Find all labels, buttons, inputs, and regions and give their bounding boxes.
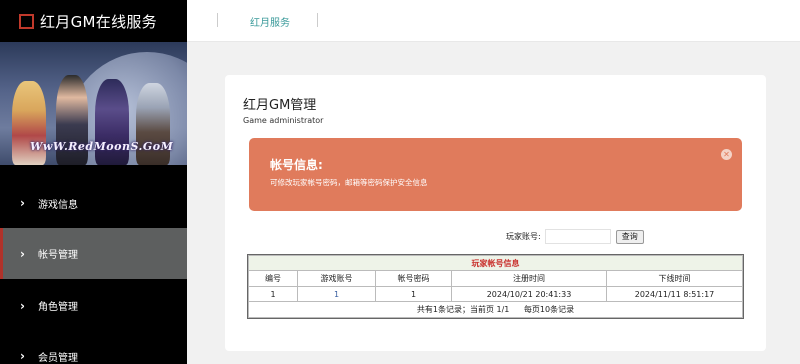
column-header: 下线时间 — [606, 270, 743, 287]
account-link[interactable]: 1 — [297, 286, 376, 302]
sidebar: 红月GM在线服务 WwW.RedMoonS.GoM › 游戏信息 › 帐号管理 … — [0, 0, 187, 364]
sidebar-item-label: 角色管理 — [38, 302, 78, 313]
brand: 红月GM在线服务 — [0, 0, 187, 42]
table-cell-id: 1 — [248, 286, 298, 302]
divider — [217, 13, 218, 27]
table-cell-register-time: 2024/10/21 20:41:33 — [451, 286, 607, 302]
page-title: 红月GM管理 — [243, 98, 317, 113]
table-caption: 玩家帐号信息 — [248, 255, 743, 271]
search-label: 玩家账号: — [506, 232, 541, 241]
sidebar-item-members[interactable]: › 会员管理 — [0, 330, 187, 364]
top-bar: 红月服务 — [187, 0, 800, 42]
chevron-right-icon: › — [20, 196, 25, 210]
per-page-info: 每页10条记录 — [523, 305, 575, 314]
alert-title: 帐号信息: — [270, 158, 323, 172]
alert-description: 可修改玩家帐号密码，邮箱等密码保护安全信息 — [270, 178, 428, 187]
sidebar-item-account[interactable]: › 帐号管理 — [0, 228, 187, 279]
sidebar-item-label: 帐号管理 — [38, 250, 78, 261]
sidebar-item-game-info[interactable]: › 游戏信息 — [0, 180, 187, 226]
column-header: 游戏账号 — [297, 270, 376, 287]
table-cell-password: 1 — [375, 286, 452, 302]
query-button[interactable]: 查询 — [615, 229, 644, 244]
table-row: 1 1 1 2024/10/21 20:41:33 2024/11/11 8:5… — [248, 286, 743, 302]
chevron-right-icon: › — [20, 349, 25, 363]
close-icon[interactable]: ✕ — [721, 149, 732, 160]
brand-logo-icon — [19, 13, 34, 29]
divider — [317, 13, 318, 27]
tab-redmoon-service[interactable]: 红月服务 — [250, 14, 290, 29]
table-header-row: 编号 游戏账号 帐号密码 注册时间 下线时间 — [248, 270, 743, 287]
info-alert: 帐号信息: 可修改玩家帐号密码，邮箱等密码保护安全信息 ✕ — [249, 138, 742, 211]
record-summary: 共有1条记录；当前页 1/1 — [416, 305, 510, 314]
page-subtitle: Game administrator — [243, 116, 324, 125]
chevron-right-icon: › — [20, 298, 25, 313]
main-card: 红月GM管理 Game administrator 帐号信息: 可修改玩家帐号密… — [225, 75, 766, 351]
table-footer: 共有1条记录；当前页 1/1 每页10条记录 — [248, 301, 743, 318]
sidebar-item-roles[interactable]: › 角色管理 — [0, 281, 187, 330]
sidebar-item-label: 会员管理 — [38, 352, 78, 364]
banner-image: WwW.RedMoonS.GoM — [0, 42, 187, 165]
account-table: 玩家帐号信息 编号 游戏账号 帐号密码 注册时间 下线时间 1 1 1 2024… — [247, 254, 744, 319]
player-account-input[interactable] — [544, 229, 611, 244]
sidebar-nav: › 游戏信息 › 帐号管理 › 角色管理 › 会员管理 — [0, 180, 187, 364]
column-header: 编号 — [248, 270, 298, 287]
sidebar-item-label: 游戏信息 — [38, 199, 78, 211]
column-header: 注册时间 — [451, 270, 607, 287]
table-cell-logout-time: 2024/11/11 8:51:17 — [606, 286, 743, 302]
chevron-right-icon: › — [20, 246, 25, 261]
brand-title: 红月GM在线服务 — [40, 12, 157, 31]
search-bar: 玩家账号: 查询 — [506, 229, 644, 244]
banner-text: WwW.RedMoonS.GoM — [30, 140, 174, 153]
column-header: 帐号密码 — [375, 270, 452, 287]
